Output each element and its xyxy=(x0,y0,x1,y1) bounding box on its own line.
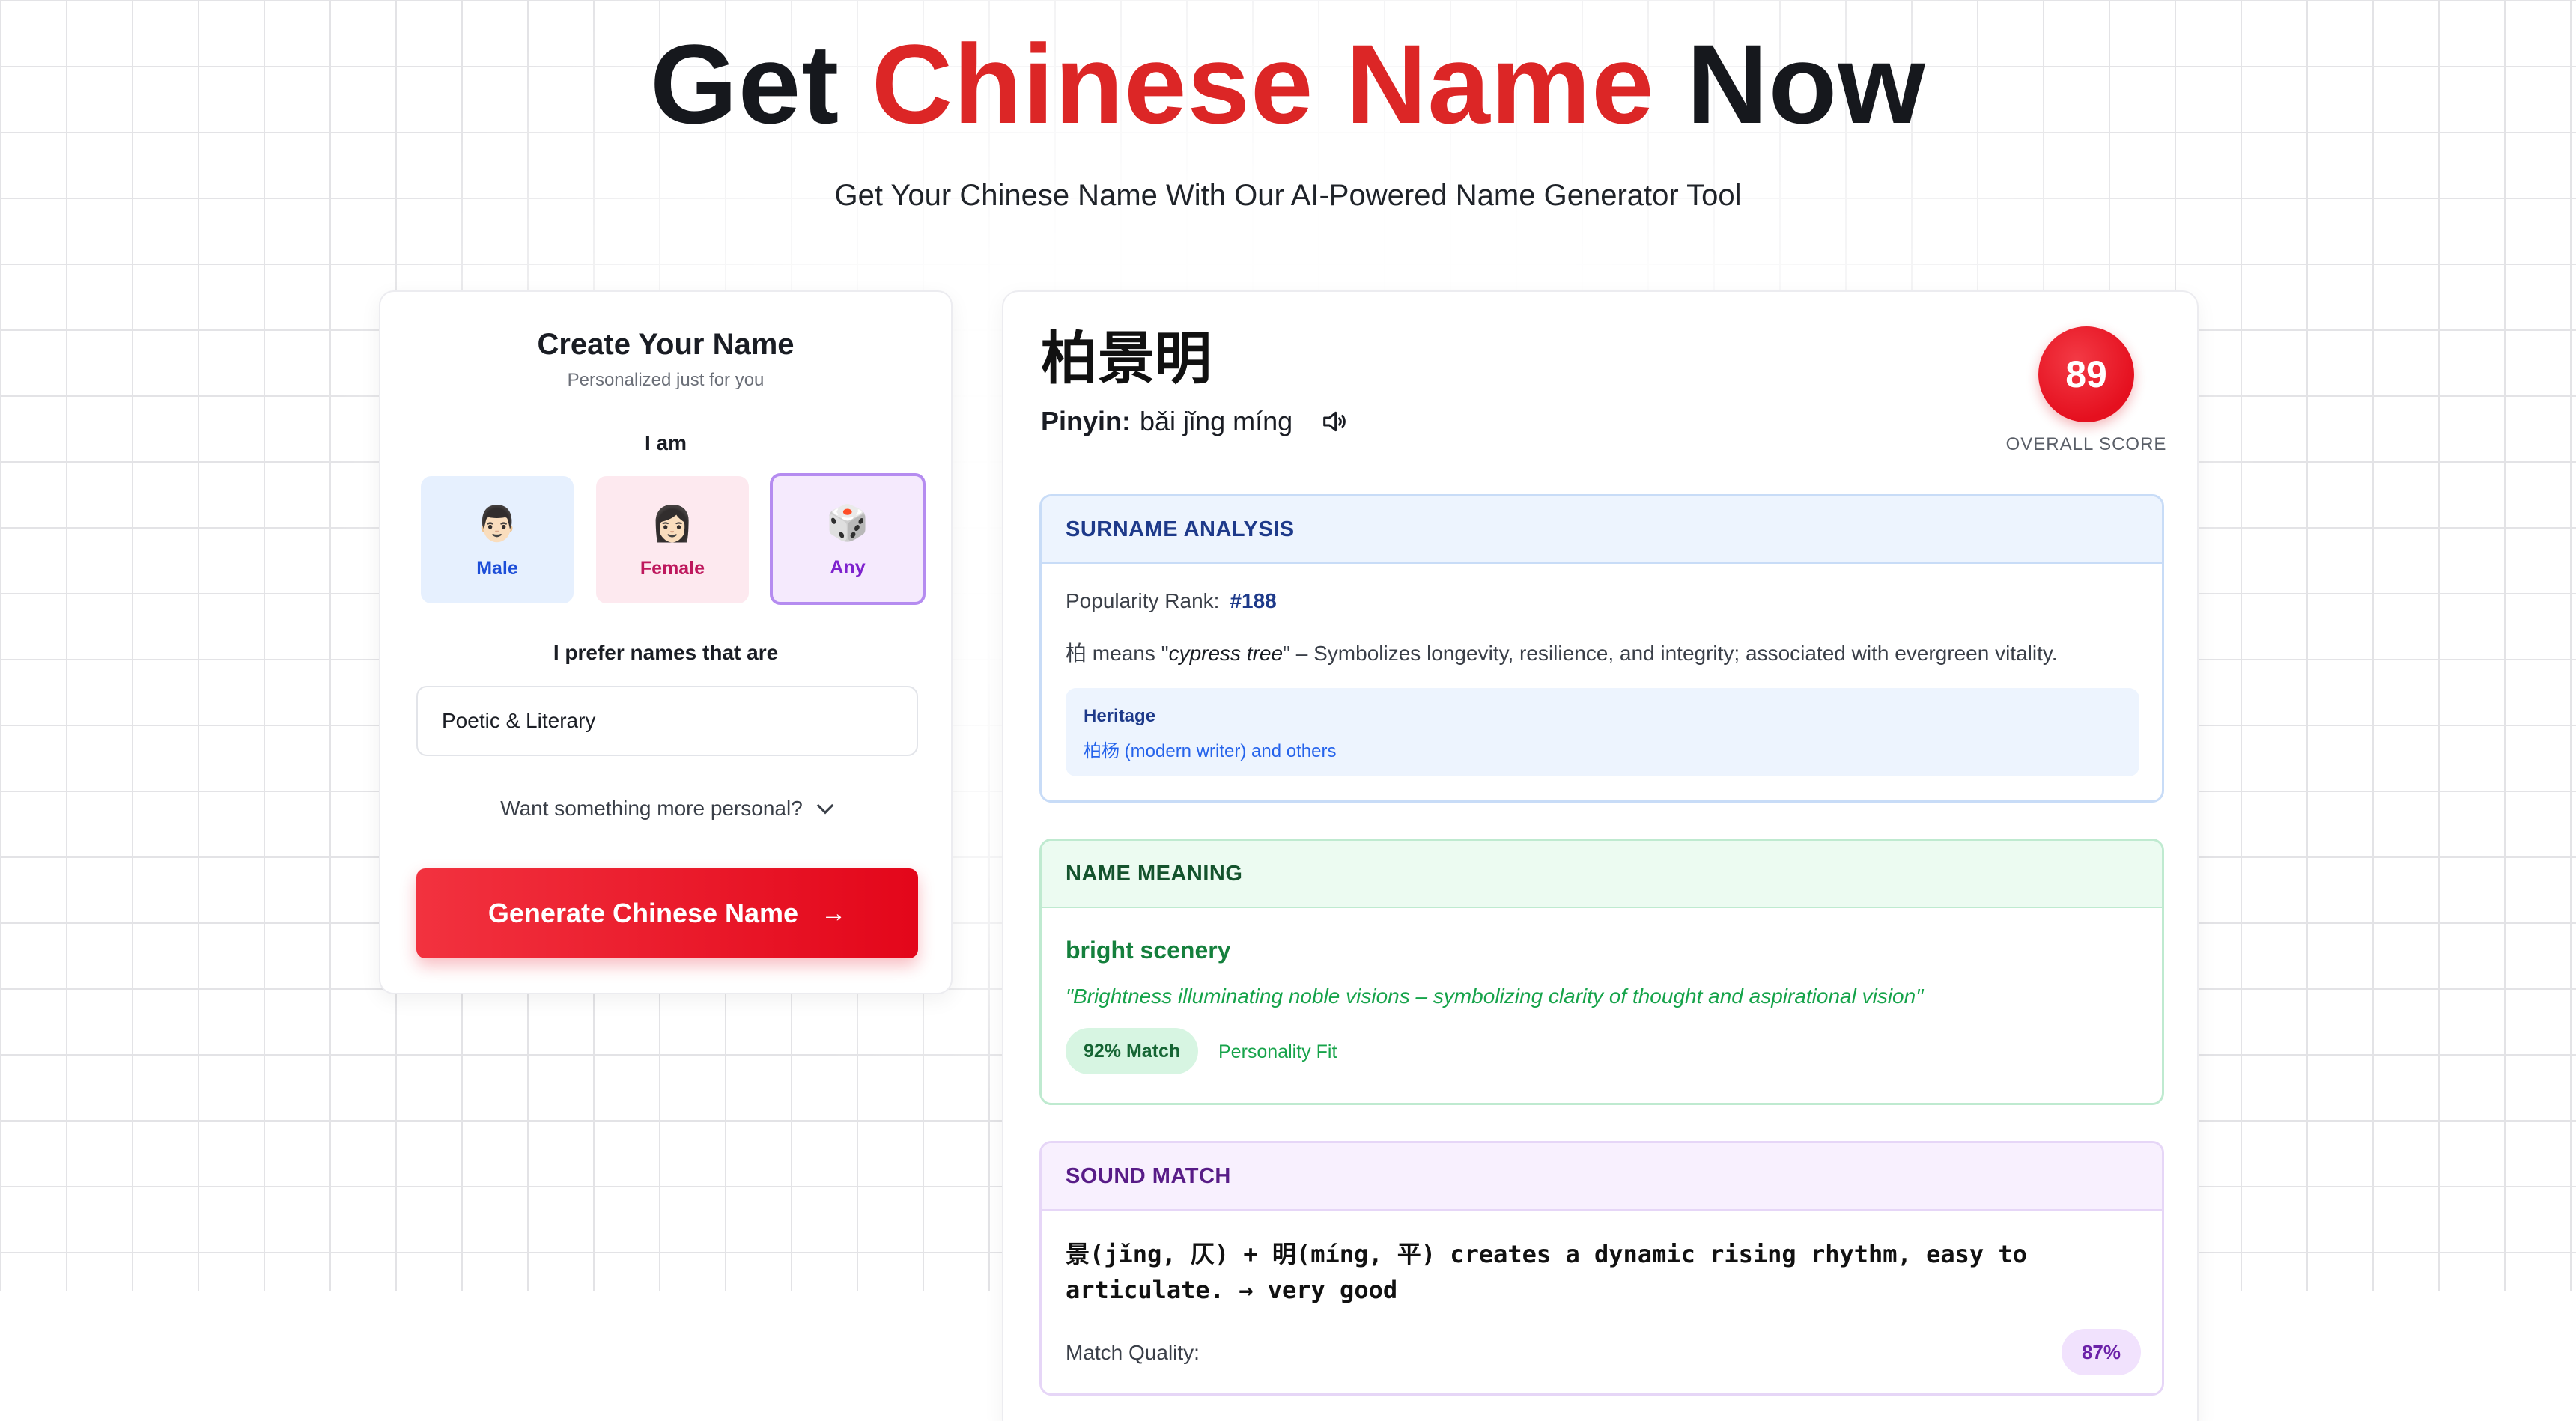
meaning-title: bright scenery xyxy=(1066,937,1231,964)
heritage-value: 柏杨 (modern writer) and others xyxy=(1084,741,1337,761)
gender-male-button[interactable]: 👨🏻 Male xyxy=(421,476,574,603)
create-card-title: Create Your Name xyxy=(537,328,795,361)
surname-analysis-heading: SURNAME ANALYSIS xyxy=(1042,496,2162,564)
popularity-rank-value: #188 xyxy=(1230,589,1277,612)
create-name-card: Create Your Name Personalized just for y… xyxy=(379,290,953,994)
generate-name-button[interactable]: Generate Chinese Name → xyxy=(416,868,918,958)
gender-male-label: Male xyxy=(476,557,518,579)
surname-analysis-section: SURNAME ANALYSIS Popularity Rank: #188 柏 … xyxy=(1039,494,2164,803)
pinyin-row: Pinyin: bǎi jǐng míng xyxy=(1041,406,1349,437)
match-quality-label: Match Quality: xyxy=(1066,1341,1200,1364)
overall-score-label: OVERALL SCORE xyxy=(2005,434,2167,454)
gender-any-label: Any xyxy=(830,556,866,578)
heritage-title: Heritage xyxy=(1084,706,1156,726)
generate-button-label: Generate Chinese Name xyxy=(487,898,799,928)
sound-description: 景(jǐng, 仄) + 明(míng, 平) creates a dynami… xyxy=(1066,1240,2027,1304)
dice-emoji-icon: 🎲 xyxy=(826,502,869,542)
pinyin-label: Pinyin: xyxy=(1041,406,1131,436)
hero-title-accent: Chinese Name xyxy=(871,21,1655,147)
name-meaning-heading: NAME MEANING xyxy=(1042,841,2162,908)
surname-meaning-word: cypress tree xyxy=(1168,642,1284,665)
match-quality-badge: 87% xyxy=(2062,1329,2141,1375)
pinyin-value: bǎi jǐng míng xyxy=(1140,406,1293,436)
surname-meaning-pre: means " xyxy=(1087,642,1169,665)
match-badge: 92% Match xyxy=(1066,1028,1199,1074)
woman-emoji-icon: 👩🏻 xyxy=(651,503,694,543)
create-card-subtitle: Personalized just for you xyxy=(567,370,765,390)
hero-title-start: Get xyxy=(650,21,872,147)
arrow-right-icon: → xyxy=(821,898,847,928)
gender-options: 👨🏻 Male 👩🏻 Female 🎲 Any xyxy=(415,473,926,608)
more-personal-toggle[interactable]: Want something more personal? xyxy=(380,797,951,821)
surname-char: 柏 xyxy=(1066,642,1087,665)
hero-subtitle: Get Your Chinese Name With Our AI-Powere… xyxy=(834,179,1742,212)
hero-title: Get Chinese Name Now xyxy=(0,16,2576,151)
preference-label: I prefer names that are xyxy=(553,641,779,664)
gender-female-label: Female xyxy=(640,557,705,579)
popularity-rank: Popularity Rank: #188 xyxy=(1066,589,1277,613)
sound-match-section: SOUND MATCH 景(jǐng, 仄) + 明(míng, 平) crea… xyxy=(1039,1141,2164,1396)
personality-fit-label: Personality Fit xyxy=(1218,1041,1337,1062)
chevron-down-icon xyxy=(816,797,834,815)
surname-meaning: 柏 means "cypress tree" – Symbolizes long… xyxy=(1066,637,2058,667)
preference-input[interactable] xyxy=(416,686,918,756)
overall-score-badge: 89 xyxy=(2038,326,2134,422)
popularity-rank-label: Popularity Rank: xyxy=(1066,589,1220,612)
hero-title-end: Now xyxy=(1654,21,1926,147)
heritage-box: Heritage 柏杨 (modern writer) and others xyxy=(1066,688,2139,776)
surname-meaning-post: " – Symbolizes longevity, resilience, an… xyxy=(1283,642,2058,665)
gender-female-button[interactable]: 👩🏻 Female xyxy=(596,476,749,603)
meaning-quote: "Brightness illuminating noble visions –… xyxy=(1066,985,1924,1008)
man-emoji-icon: 👨🏻 xyxy=(476,503,519,543)
chinese-name: 柏景明 xyxy=(1041,325,1212,392)
gender-any-button[interactable]: 🎲 Any xyxy=(770,473,926,605)
more-personal-label: Want something more personal? xyxy=(500,797,803,820)
name-meaning-section: NAME MEANING bright scenery "Brightness … xyxy=(1039,839,2164,1105)
sound-match-heading: SOUND MATCH xyxy=(1042,1143,2162,1211)
page: Get Chinese Name Now Get Your Chinese Na… xyxy=(0,0,2576,1421)
gender-label: I am xyxy=(644,431,687,454)
result-card: 柏景明 Pinyin: bǎi jǐng míng 89 OVERALL SCO… xyxy=(1002,290,2199,1421)
speaker-icon[interactable] xyxy=(1319,407,1349,436)
